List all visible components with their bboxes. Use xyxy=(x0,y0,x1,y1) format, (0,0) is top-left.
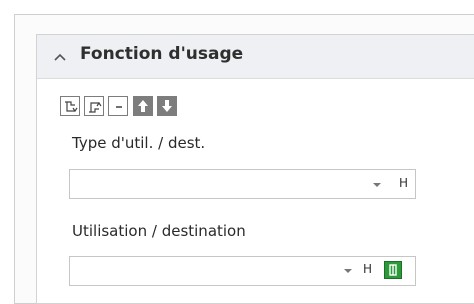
type-util-dest-label: Type d'util. / dest. xyxy=(72,134,206,152)
move-up-icon[interactable] xyxy=(133,96,153,116)
expand-all-icon[interactable] xyxy=(60,96,80,116)
move-down-icon[interactable] xyxy=(157,96,177,116)
history-flag[interactable]: H xyxy=(399,176,408,190)
collapse-all-icon[interactable] xyxy=(84,96,104,116)
history-flag[interactable]: H xyxy=(363,262,372,276)
type-util-dest-dropdown[interactable] xyxy=(69,169,416,199)
section-title: Fonction d'usage xyxy=(80,44,244,64)
remove-icon[interactable] xyxy=(108,96,128,116)
utilisation-destination-label: Utilisation / destination xyxy=(72,222,246,240)
link-icon[interactable] xyxy=(384,261,402,279)
chevron-down-icon[interactable] xyxy=(343,267,353,275)
chevron-up-icon[interactable] xyxy=(52,50,68,64)
chevron-down-icon[interactable] xyxy=(372,181,382,189)
